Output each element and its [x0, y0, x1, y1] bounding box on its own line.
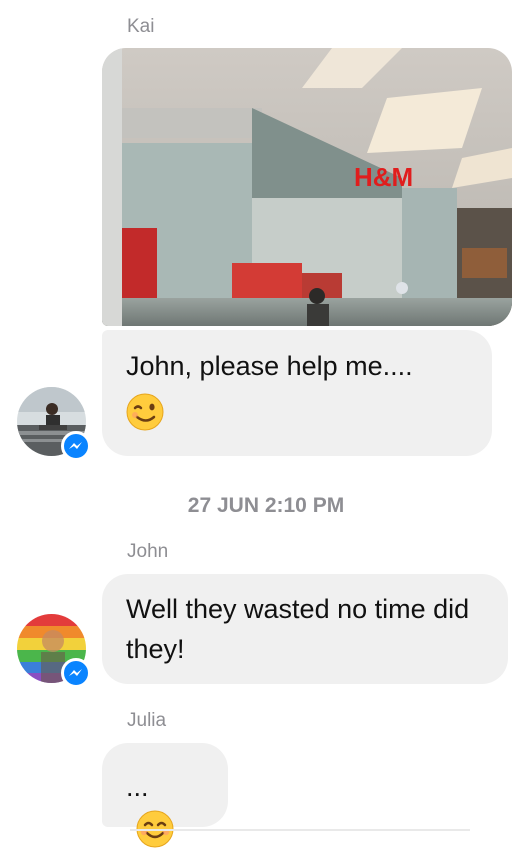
message-bubble-john[interactable]: Well they wasted no time did they! [102, 574, 508, 684]
message-text-kai: John, please help me.... [126, 351, 413, 381]
next-message-edge [130, 829, 470, 831]
message-bubble-kai[interactable]: John, please help me.... [102, 330, 492, 456]
messenger-icon [69, 669, 82, 676]
messenger-icon [69, 442, 82, 449]
sender-name-john: John [127, 541, 169, 562]
wink-face-icon [126, 393, 164, 431]
sender-name-julia: Julia [127, 710, 167, 731]
mall-photo-image: H&M [102, 48, 512, 326]
timestamp-divider: 27 JUN 2:10 PM [187, 494, 345, 517]
store-sign: H&M [354, 162, 413, 192]
sender-name-kai: Kai [127, 16, 155, 37]
avatar-john[interactable] [17, 614, 91, 688]
message-text-john: Well they wasted no time did they! [126, 594, 470, 664]
shared-photo[interactable]: H&M [102, 48, 512, 326]
messenger-badge-john [61, 658, 91, 688]
message-bubble-julia[interactable]: ... [102, 743, 228, 848]
avatar-kai[interactable] [17, 387, 91, 461]
messenger-badge-kai [61, 431, 91, 461]
message-text-julia: ... [126, 771, 149, 802]
